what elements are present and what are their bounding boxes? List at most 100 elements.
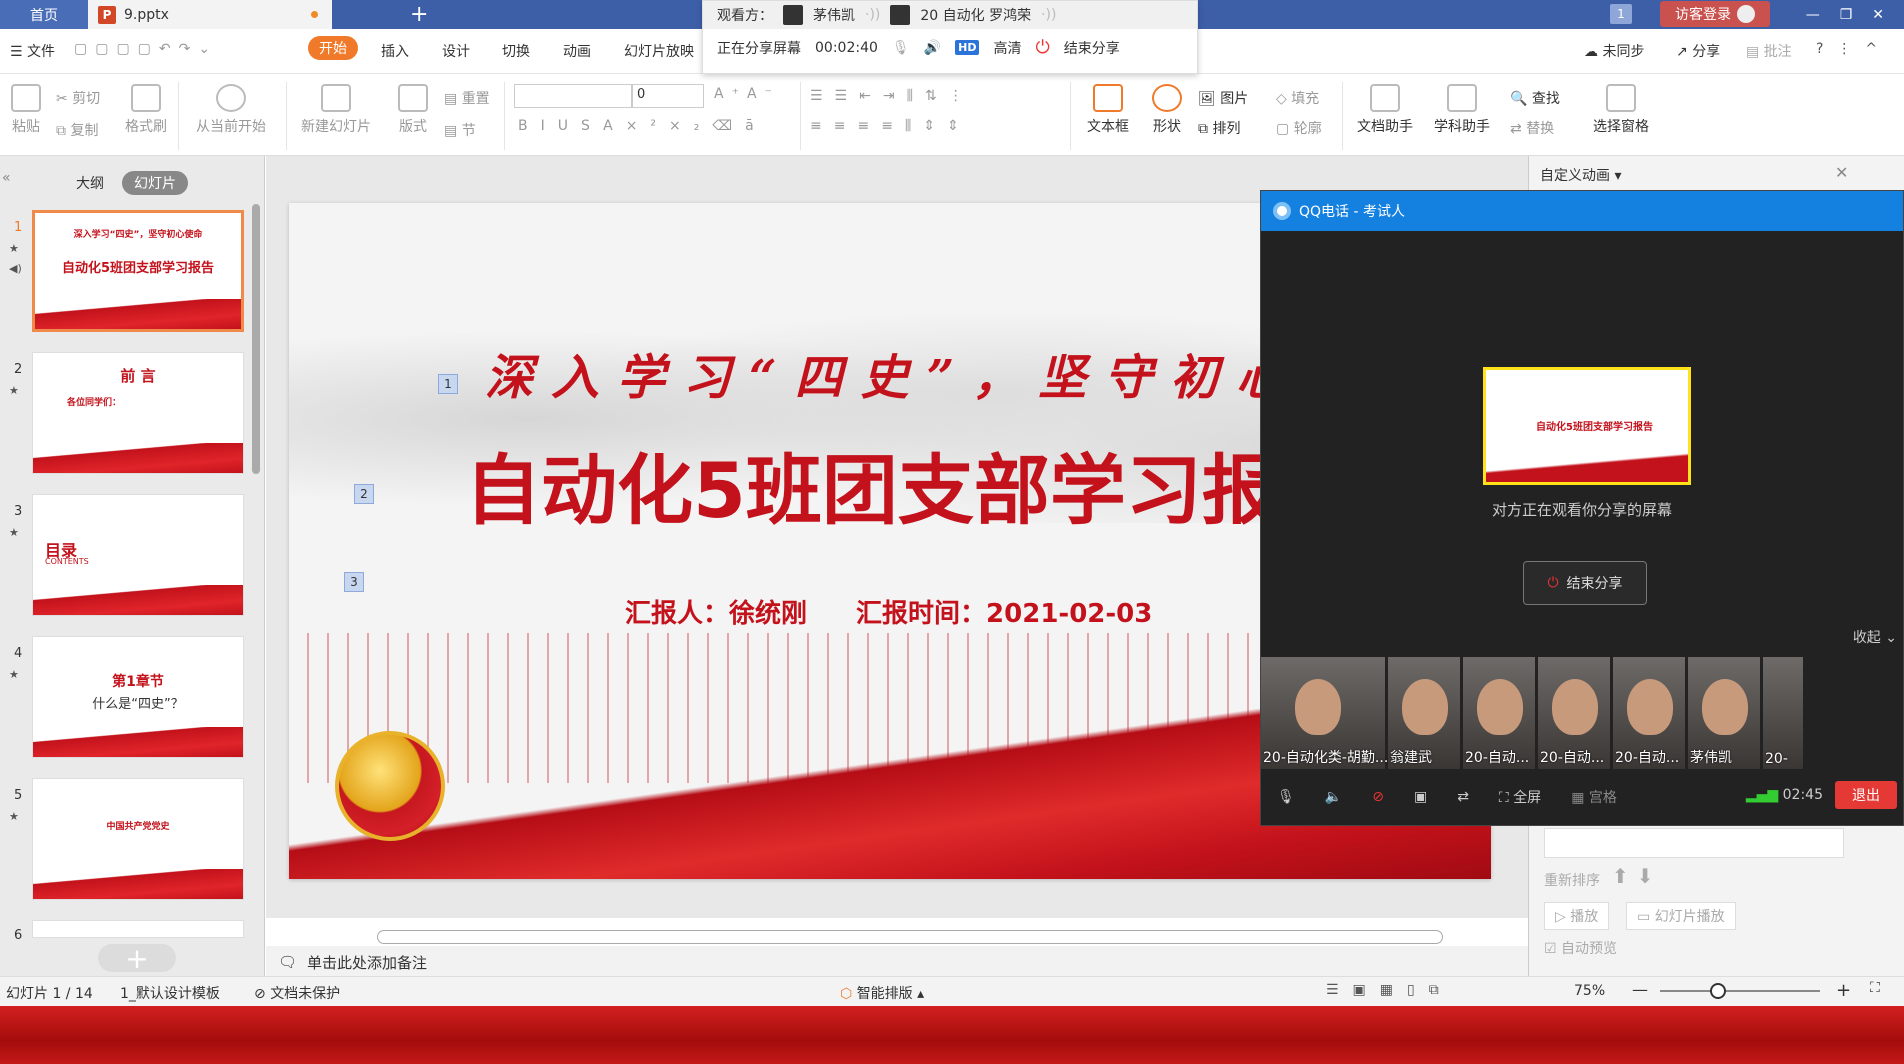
screen-share-icon[interactable]: ▣ <box>1414 789 1427 805</box>
slide-thumbnail-2[interactable]: 前 言 各位同学们： <box>32 352 244 474</box>
animation-tag[interactable]: 2 <box>354 484 374 504</box>
participant-video[interactable]: 20-自动化类-胡勤... <box>1261 657 1388 769</box>
slide-thumbnail-6[interactable] <box>32 920 244 938</box>
reset-button[interactable]: ▤ 重置 <box>444 88 490 108</box>
minimize-icon[interactable]: — <box>1806 7 1820 23</box>
close-icon[interactable]: ✕ <box>1835 163 1848 182</box>
autopreview-checkbox[interactable]: ☑ 自动预览 <box>1544 938 1617 958</box>
protect-status[interactable]: ⊘ 文档未保护 <box>254 983 340 1003</box>
font-style-buttons[interactable]: BIUSA×²×₂⌫ā <box>518 118 767 134</box>
tab-document[interactable]: P 9.pptx <box>88 0 332 29</box>
doc-assistant-button[interactable]: 文档助手 <box>1352 84 1418 136</box>
end-share-button[interactable]: 结束分享 <box>1064 38 1120 58</box>
font-grow-shrink[interactable]: A⁺A⁻ <box>714 86 780 102</box>
participant-video[interactable]: 20-自动... <box>1463 657 1535 769</box>
fill-button[interactable]: ◇ 填充 <box>1276 88 1319 108</box>
quality-button[interactable]: 高清 <box>993 38 1021 58</box>
zoom-slider-track[interactable] <box>1660 990 1820 992</box>
menu-file[interactable]: ☰ 文件 <box>10 41 55 61</box>
microphone-icon[interactable]: 🎙 <box>1277 789 1295 805</box>
menu-design[interactable]: 设计 <box>442 41 470 61</box>
outline-button[interactable]: ▢ 轮廓 <box>1276 118 1322 138</box>
slide-subtitle[interactable]: 深入学习“四史”，坚守初心 <box>485 338 1302 408</box>
animation-tag[interactable]: 3 <box>344 572 364 592</box>
find-button[interactable]: 🔍 查找 <box>1510 88 1560 108</box>
notes-area[interactable]: 🗨 单击此处添加备注 <box>266 946 1528 978</box>
comment-button[interactable]: ▤ 批注 <box>1746 41 1792 61</box>
layout-button[interactable]: 版式 <box>390 84 436 136</box>
visitor-login-button[interactable]: 访客登录 <box>1660 1 1770 27</box>
picture-button[interactable]: 🖼 图片 <box>1198 88 1248 108</box>
share-button[interactable]: ↗ 分享 <box>1676 41 1720 61</box>
exit-call-button[interactable]: 退出 <box>1835 781 1897 809</box>
horizontal-scrollbar[interactable] <box>377 930 1443 944</box>
new-slide-button[interactable]: 新建幻灯片 <box>294 84 378 136</box>
replace-button[interactable]: ⇄ 替换 <box>1510 118 1554 138</box>
remote-control-icon[interactable]: ⇄ <box>1457 789 1469 805</box>
participant-video[interactable]: 20- <box>1763 657 1803 769</box>
menu-animation[interactable]: 动画 <box>563 41 591 61</box>
reorder-arrows[interactable]: ⬆⬇ <box>1612 864 1662 888</box>
play-current-button[interactable]: 从当前开始 <box>186 84 276 136</box>
copy-button[interactable]: ⧉ 复制 <box>56 120 98 140</box>
qq-titlebar[interactable]: QQ电话 - 考试人 <box>1261 191 1903 231</box>
microphone-icon[interactable]: 🎙 <box>892 40 910 56</box>
select-pane-button[interactable]: 选择窗格 <box>1588 84 1654 136</box>
smart-layout-button[interactable]: ⬡ 智能排版 ▴ <box>840 983 924 1003</box>
participant-video[interactable]: 翁建武 <box>1388 657 1460 769</box>
add-slide-button[interactable]: + <box>98 942 176 975</box>
sync-status[interactable]: ☁ 未同步 <box>1584 41 1644 61</box>
font-size-select[interactable]: 0 <box>632 84 704 108</box>
animation-list[interactable] <box>1544 828 1844 858</box>
grid-button[interactable]: ▦ 宫格 <box>1571 787 1617 807</box>
camera-off-icon[interactable]: ⊘ <box>1372 789 1384 805</box>
shape-button[interactable]: 形状 <box>1142 84 1192 136</box>
paragraph-list-buttons[interactable]: ☰☰⇤⇥⫼⇅⋮ <box>810 88 975 104</box>
panel-title[interactable]: 自定义动画 ▾ <box>1540 165 1621 185</box>
tab-home[interactable]: 首页 <box>0 0 88 29</box>
qq-end-share-button[interactable]: ⏻ 结束分享 <box>1523 561 1647 605</box>
menu-insert[interactable]: 插入 <box>381 41 409 61</box>
zoom-level[interactable]: 75% <box>1574 983 1605 999</box>
help-icons[interactable]: ?⋮^ <box>1816 41 1891 57</box>
menu-transition[interactable]: 切换 <box>502 41 530 61</box>
zoom-out-button[interactable]: — <box>1632 980 1648 999</box>
zoom-in-button[interactable]: + <box>1836 980 1851 1001</box>
zoom-slider-handle[interactable] <box>1710 983 1726 999</box>
speaker-icon[interactable]: 🔊 <box>924 40 941 56</box>
fit-window-icon[interactable]: ⛶ <box>1870 980 1880 996</box>
animation-tag[interactable]: 1 <box>438 374 458 394</box>
slide-title[interactable]: 自动化5班团支部学习报 <box>465 429 1278 539</box>
section-button[interactable]: ▤ 节 <box>444 120 476 140</box>
new-tab-button[interactable]: + <box>410 0 428 29</box>
window-count-badge[interactable]: 1 <box>1610 4 1632 24</box>
participant-video[interactable]: 20-自动... <box>1538 657 1610 769</box>
slideshow-button[interactable]: ▭ 幻灯片播放 <box>1626 902 1736 930</box>
font-name-select[interactable] <box>514 84 632 108</box>
slide-thumbnail-4[interactable]: 第1章节 什么是“四史”？ <box>32 636 244 758</box>
slide-thumbnail-1[interactable]: 深入学习“四史”，坚守初心使命 自动化5班团支部学习报告 <box>32 210 244 332</box>
subject-assistant-button[interactable]: 学科助手 <box>1424 84 1500 136</box>
collapse-button[interactable]: 收起 ⌄ <box>1853 627 1897 647</box>
close-icon[interactable]: ✕ <box>1872 7 1884 23</box>
slide-meta[interactable]: 汇报人：徐统刚 汇报时间：2021-02-03 <box>625 593 1152 630</box>
paragraph-align-buttons[interactable]: ≡≡≡≡⫼⇕⇕ <box>810 118 971 134</box>
participant-video[interactable]: 20-自动... <box>1613 657 1685 769</box>
participant-video[interactable]: 茅伟凯 <box>1688 657 1760 769</box>
speaker-icon[interactable]: 🔈 <box>1325 789 1342 805</box>
format-painter-button[interactable]: 格式刷 <box>122 84 170 136</box>
tab-outline[interactable]: 大纲 <box>76 173 104 193</box>
template-name[interactable]: 1_默认设计模板 <box>120 983 220 1003</box>
menu-start[interactable]: 开始 <box>308 36 358 60</box>
fullscreen-button[interactable]: ⛶ 全屏 <box>1499 787 1541 807</box>
view-mode-buttons[interactable]: ☰▣▦▯⧉ <box>1326 982 1453 998</box>
restore-icon[interactable]: ❐ <box>1840 7 1853 23</box>
arrange-button[interactable]: ⧉ 排列 <box>1198 118 1240 138</box>
play-button[interactable]: ▷ 播放 <box>1544 902 1610 930</box>
slide-thumbnail-3[interactable]: 目录 CONTENTS <box>32 494 244 616</box>
quick-access-icons[interactable]: ▢▢▢▢↶↷⌄ <box>74 41 218 57</box>
tab-slides[interactable]: 幻灯片 <box>122 171 188 195</box>
panel-scrollbar[interactable] <box>252 204 260 474</box>
cut-button[interactable]: ✂ 剪切 <box>56 88 100 108</box>
paste-button[interactable]: 粘贴 <box>6 84 46 136</box>
